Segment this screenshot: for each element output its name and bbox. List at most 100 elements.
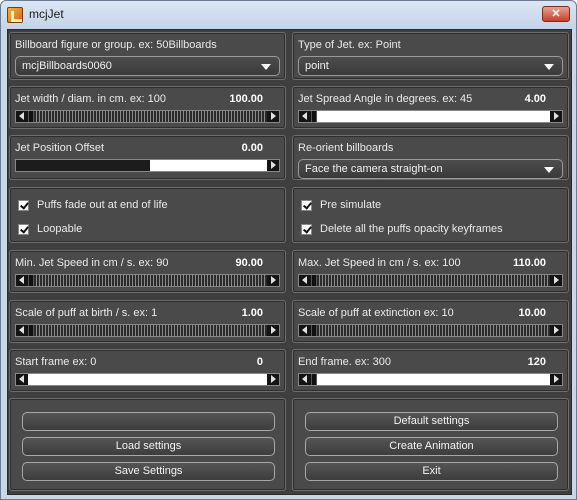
min-speed-slider[interactable] <box>15 274 280 287</box>
arrow-right-icon[interactable] <box>267 275 279 286</box>
slider-thumb[interactable] <box>311 325 317 336</box>
max-speed-value: 110.00 <box>512 257 546 269</box>
jet-width-slider[interactable] <box>15 110 280 123</box>
arrow-left-icon[interactable] <box>299 325 311 336</box>
scale-birth-slider[interactable] <box>15 324 280 337</box>
slider-track[interactable] <box>28 275 267 286</box>
end-frame-panel: End frame. ex: 300 120 <box>292 349 569 392</box>
slider-thumb[interactable] <box>311 111 317 122</box>
arrow-left-icon[interactable] <box>16 111 28 122</box>
create-animation-button[interactable]: Create Animation <box>305 437 558 456</box>
arrow-right-icon[interactable] <box>267 374 279 385</box>
min-speed-value: 90.00 <box>235 257 263 269</box>
arrow-right-icon[interactable] <box>550 111 562 122</box>
end-frame-value: 120 <box>527 356 546 368</box>
arrow-left-icon[interactable] <box>299 111 311 122</box>
arrow-left-icon[interactable] <box>16 374 28 385</box>
billboard-label: Billboard figure or group. ex: 50Billboa… <box>15 39 217 51</box>
scale-birth-value: 1.00 <box>241 307 263 319</box>
arrow-right-icon[interactable] <box>550 275 562 286</box>
chevron-down-icon <box>544 167 554 173</box>
start-frame-value: 0 <box>256 356 263 368</box>
loopable-label[interactable]: Loopable <box>37 223 82 235</box>
max-speed-slider[interactable] <box>298 274 563 287</box>
position-offset-value: 0.00 <box>241 142 263 154</box>
spread-angle-panel: Jet Spread Angle in degrees. ex: 45 4.00 <box>292 86 569 129</box>
reorient-selected: Face the camera straight-on <box>305 163 443 175</box>
slider-thumb[interactable] <box>28 111 34 122</box>
slider-thumb[interactable] <box>28 325 34 336</box>
max-speed-label: Max. Jet Speed in cm / s. ex: 100 <box>298 257 461 269</box>
slider-track[interactable] <box>311 111 550 122</box>
delete-keyframes-checkbox[interactable] <box>301 224 312 235</box>
jet-width-panel: Jet width / diam. in cm. ex: 100 100.00 <box>9 86 286 129</box>
jet-type-selected: point <box>305 60 329 72</box>
slider-fill[interactable] <box>16 160 150 171</box>
position-offset-label: Jet Position Offset <box>15 142 105 154</box>
options-left-panel: Puffs fade out at end of life Loopable <box>9 187 286 243</box>
app-logo-icon <box>7 7 23 23</box>
arrow-left-icon[interactable] <box>16 275 28 286</box>
arrow-left-icon[interactable] <box>16 325 28 336</box>
max-speed-panel: Max. Jet Speed in cm / s. ex: 100 110.00 <box>292 250 569 293</box>
scale-extinction-slider[interactable] <box>298 324 563 337</box>
start-frame-slider[interactable] <box>15 373 280 386</box>
slider-track[interactable] <box>311 325 550 336</box>
pre-simulate-label[interactable]: Pre simulate <box>320 199 381 211</box>
default-settings-button[interactable]: Default settings <box>305 412 558 431</box>
billboard-selected: mcjBillboards0060 <box>22 60 112 72</box>
spread-angle-slider[interactable] <box>298 110 563 123</box>
arrow-right-icon[interactable] <box>550 374 562 385</box>
slider-track[interactable] <box>28 374 267 385</box>
min-speed-panel: Min. Jet Speed in cm / s. ex: 90 90.00 <box>9 250 286 293</box>
spread-angle-value: 4.00 <box>524 93 546 105</box>
jet-width-label: Jet width / diam. in cm. ex: 100 <box>15 93 167 105</box>
slider-thumb[interactable] <box>311 374 317 385</box>
scale-birth-panel: Scale of puff at birth / s. ex: 1 1.00 <box>9 300 286 343</box>
dialog-body: Billboard figure or group. ex: 50Billboa… <box>7 29 572 495</box>
loopable-checkbox[interactable] <box>18 224 29 235</box>
min-speed-label: Min. Jet Speed in cm / s. ex: 90 <box>15 257 169 269</box>
jet-type-panel: Type of Jet. ex: Point point <box>292 32 569 80</box>
delete-keyframes-label[interactable]: Delete all the puffs opacity keyframes <box>320 223 503 235</box>
slider-thumb[interactable] <box>311 275 317 286</box>
jet-type-label: Type of Jet. ex: Point <box>298 39 401 51</box>
slider-track[interactable] <box>28 111 267 122</box>
billboard-dropdown[interactable]: mcjBillboards0060 <box>15 56 280 76</box>
load-settings-button[interactable]: Load settings <box>22 437 275 456</box>
settings-buttons-panel: Load settings Save Settings <box>9 398 286 491</box>
jet-type-dropdown[interactable]: point <box>298 56 563 76</box>
reorient-panel: Re-orient billboards Face the camera str… <box>292 135 569 180</box>
slider-track[interactable] <box>311 275 550 286</box>
arrow-right-icon[interactable] <box>267 160 279 171</box>
reorient-dropdown[interactable]: Face the camera straight-on <box>298 159 563 179</box>
fade-out-label[interactable]: Puffs fade out at end of life <box>37 199 168 211</box>
position-offset-slider[interactable] <box>15 159 280 172</box>
unlabeled-button[interactable] <box>22 412 275 431</box>
scale-extinction-label: Scale of puff at extinction ex: 10 <box>298 307 454 319</box>
arrow-right-icon[interactable] <box>267 111 279 122</box>
slider-track[interactable] <box>150 160 267 171</box>
fade-out-checkbox[interactable] <box>18 200 29 211</box>
slider-thumb[interactable] <box>28 275 34 286</box>
arrow-left-icon[interactable] <box>299 275 311 286</box>
scale-birth-label: Scale of puff at birth / s. ex: 1 <box>15 307 158 319</box>
end-frame-slider[interactable] <box>298 373 563 386</box>
jet-width-value: 100.00 <box>229 93 263 105</box>
arrow-right-icon[interactable] <box>267 325 279 336</box>
slider-track[interactable] <box>28 325 267 336</box>
slider-track[interactable] <box>311 374 550 385</box>
actions-buttons-panel: Default settings Create Animation Exit <box>292 398 569 491</box>
arrow-left-icon[interactable] <box>299 374 311 385</box>
close-button[interactable]: ✕ <box>542 6 570 22</box>
title-bar[interactable]: mcjJet ✕ <box>1 1 576 29</box>
exit-button[interactable]: Exit <box>305 462 558 481</box>
end-frame-label: End frame. ex: 300 <box>298 356 391 368</box>
start-frame-label: Start frame ex: 0 <box>15 356 97 368</box>
save-settings-button[interactable]: Save Settings <box>22 462 275 481</box>
chevron-down-icon <box>544 64 554 70</box>
pre-simulate-checkbox[interactable] <box>301 200 312 211</box>
scale-extinction-value: 10.00 <box>518 307 546 319</box>
arrow-right-icon[interactable] <box>550 325 562 336</box>
start-frame-panel: Start frame ex: 0 0 <box>9 349 286 392</box>
